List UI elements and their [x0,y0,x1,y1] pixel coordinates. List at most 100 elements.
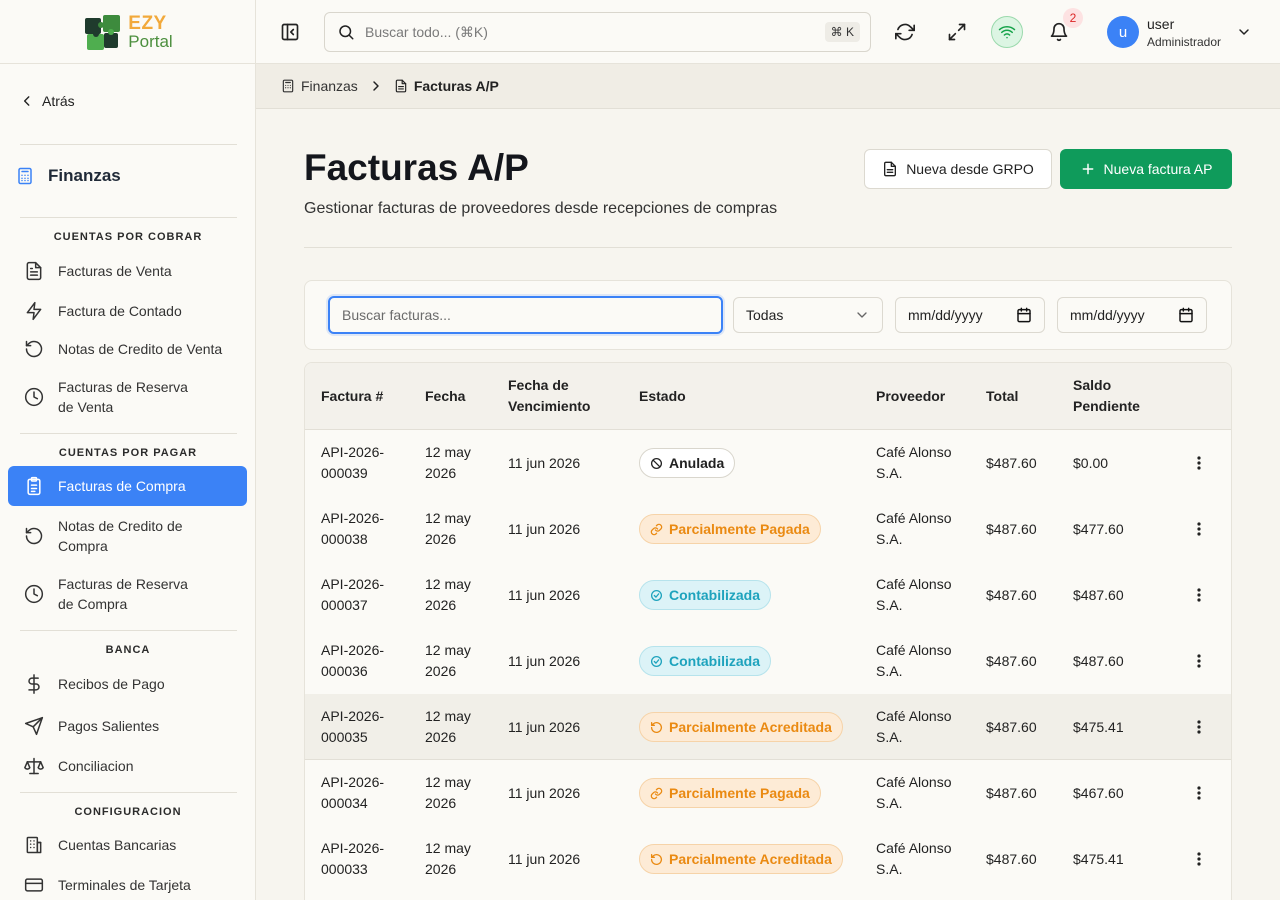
page-title: Facturas A/P [304,147,529,188]
logo-area: EZY Portal [0,0,255,64]
filters-bar: Todas mm/dd/yyyy mm/dd/yyyy [304,280,1232,350]
invoice-balance: $487.60 [1073,653,1124,669]
sidebar-item-conciliacion[interactable]: Conciliacion [8,756,247,776]
row-actions-button[interactable] [1189,783,1209,803]
table-row[interactable]: API-2026-000039 12 may 2026 11 jun 2026 … [305,430,1231,496]
more-vertical-icon [1197,720,1201,734]
refresh-icon [895,23,915,41]
vendor-name: Café Alonso S.A. [876,840,952,877]
sidebar-item-factura-de-contado[interactable]: Factura de Contado [8,301,247,321]
column-header-estado[interactable]: Estado [639,386,686,407]
sidebar-item-facturas-de-compra[interactable]: Facturas de Compra [8,466,247,506]
new-from-grpo-button[interactable]: Nueva desde GRPO [864,149,1052,189]
sidebar-item-notas-de-credito-de-venta[interactable]: Notas de Credito de Venta [8,339,247,359]
table-row[interactable]: API-2026-000035 12 may 2026 11 jun 2026 … [305,694,1231,760]
date-from-value: mm/dd/yyyy [908,307,983,323]
vendor-name: Café Alonso S.A. [876,444,952,481]
invoice-search-input[interactable] [342,307,721,323]
row-actions-button[interactable] [1189,651,1209,671]
status-badge: Parcialmente Pagada [639,514,821,544]
sidebar-section-finanzas[interactable]: Finanzas [16,166,121,186]
column-header-fecha-vencimiento[interactable]: Fecha de Vencimiento [508,375,608,417]
table-row[interactable]: API-2026-000034 12 may 2026 11 jun 2026 … [305,760,1231,826]
sidebar-item-label: Notas de Credito de Compra [58,518,183,554]
sidebar-item-label: Pagos Salientes [58,718,160,734]
new-ap-invoice-button[interactable]: Nueva factura AP [1060,149,1232,189]
column-header-proveedor[interactable]: Proveedor [876,386,945,407]
rotate-ccw-icon [25,527,43,545]
user-menu-toggle[interactable] [1236,24,1252,40]
invoice-date: 12 may 2026 [425,840,471,877]
notifications-count-badge: 2 [1063,8,1083,28]
button-label: Nueva factura AP [1103,161,1213,177]
user-name[interactable]: user [1147,16,1174,32]
global-search-input[interactable] [365,24,805,40]
connection-status-button[interactable] [991,16,1023,48]
table-header: Factura # Fecha Fecha de Vencimiento Est… [305,363,1231,430]
logo-text-bottom: Portal [128,31,173,51]
sidebar-item-facturas-de-reserva-de-compra[interactable]: Facturas de Reserva de Compra [8,574,247,614]
plus-icon [1082,163,1093,175]
column-header-factura[interactable]: Factura # [321,386,383,407]
table-row[interactable]: API-2026-000038 12 may 2026 11 jun 2026 … [305,496,1231,562]
invoice-total: $487.60 [986,851,1037,867]
document-icon [884,161,897,177]
bolt-icon [26,301,42,321]
avatar[interactable]: u [1107,16,1139,48]
column-header-fecha[interactable]: Fecha [425,386,465,407]
column-header-saldo-pendiente[interactable]: Saldo Pendiente [1073,375,1153,417]
row-actions-button[interactable] [1189,519,1209,539]
sidebar-item-terminales-de-tarjeta[interactable]: Terminales de Tarjeta [8,875,247,895]
toggle-sidebar-button[interactable] [274,16,306,48]
sidebar-item-label: Recibos de Pago [58,676,165,692]
invoice-search[interactable] [328,296,723,334]
calendar-icon[interactable] [1178,307,1194,323]
sidebar-item-pagos-salientes[interactable]: Pagos Salientes [8,716,247,736]
fullscreen-button[interactable] [941,16,973,48]
sidebar-item-cuentas-bancarias[interactable]: Cuentas Bancarias [8,835,247,855]
table-row[interactable]: API-2026-000036 12 may 2026 11 jun 2026 … [305,628,1231,694]
status-badge: Parcialmente Acreditada [639,844,843,874]
breadcrumb-finanzas[interactable]: Finanzas [281,78,358,94]
invoice-date: 12 may 2026 [425,642,471,679]
more-vertical-icon [1197,522,1201,536]
row-actions-button[interactable] [1189,453,1209,473]
status-filter-select[interactable]: Todas [733,297,883,333]
brand-logo[interactable]: EZY Portal [82,12,173,52]
more-vertical-icon [1197,852,1201,866]
search-icon [339,25,354,40]
button-label: Nueva desde GRPO [906,161,1034,177]
status-label: Contabilizada [669,653,761,669]
sidebar-item-notas-de-credito-de-compra[interactable]: Notas de Credito de Compra [8,516,247,556]
date-from-input[interactable]: mm/dd/yyyy [895,297,1045,333]
table-row[interactable]: API-2026-000033 12 may 2026 11 jun 2026 … [305,826,1231,892]
check-circle-icon [650,655,663,667]
more-vertical-icon [1197,588,1201,602]
invoice-due-date: 11 jun 2026 [508,521,581,537]
column-header-total[interactable]: Total [986,386,1018,407]
invoice-number: API-2026-000035 [321,708,385,745]
invoice-date: 12 may 2026 [425,708,471,745]
group-title-cuentas-por-cobrar: CUENTAS POR COBRAR [53,231,203,243]
global-search[interactable]: ⌘ K [324,12,871,52]
sidebar-item-facturas-de-venta[interactable]: Facturas de Venta [8,261,247,281]
back-button[interactable]: Atrás [20,93,75,109]
date-to-input[interactable]: mm/dd/yyyy [1057,297,1207,333]
clock-icon [24,387,44,407]
row-actions-button[interactable] [1189,717,1209,737]
back-label: Atrás [42,93,75,109]
refresh-button[interactable] [889,16,921,48]
status-badge: Contabilizada [639,580,772,610]
calendar-icon[interactable] [1016,307,1032,323]
sidebar-item-label: Facturas de Compra [58,478,186,494]
row-actions-button[interactable] [1189,849,1209,869]
invoice-due-date: 11 jun 2026 [508,785,581,801]
group-title-banca: BANCA [105,644,151,656]
group-title-configuracion: CONFIGURACION [74,806,182,818]
breadcrumb-label: Facturas A/P [413,78,499,94]
page-subtitle: Gestionar facturas de proveedores desde … [304,200,778,217]
sidebar-item-recibos-de-pago[interactable]: Recibos de Pago [8,674,247,694]
table-row[interactable]: API-2026-000037 12 may 2026 11 jun 2026 … [305,562,1231,628]
sidebar-item-facturas-de-reserva-de-venta[interactable]: Facturas de Reserva de Venta [8,377,247,417]
row-actions-button[interactable] [1189,585,1209,605]
